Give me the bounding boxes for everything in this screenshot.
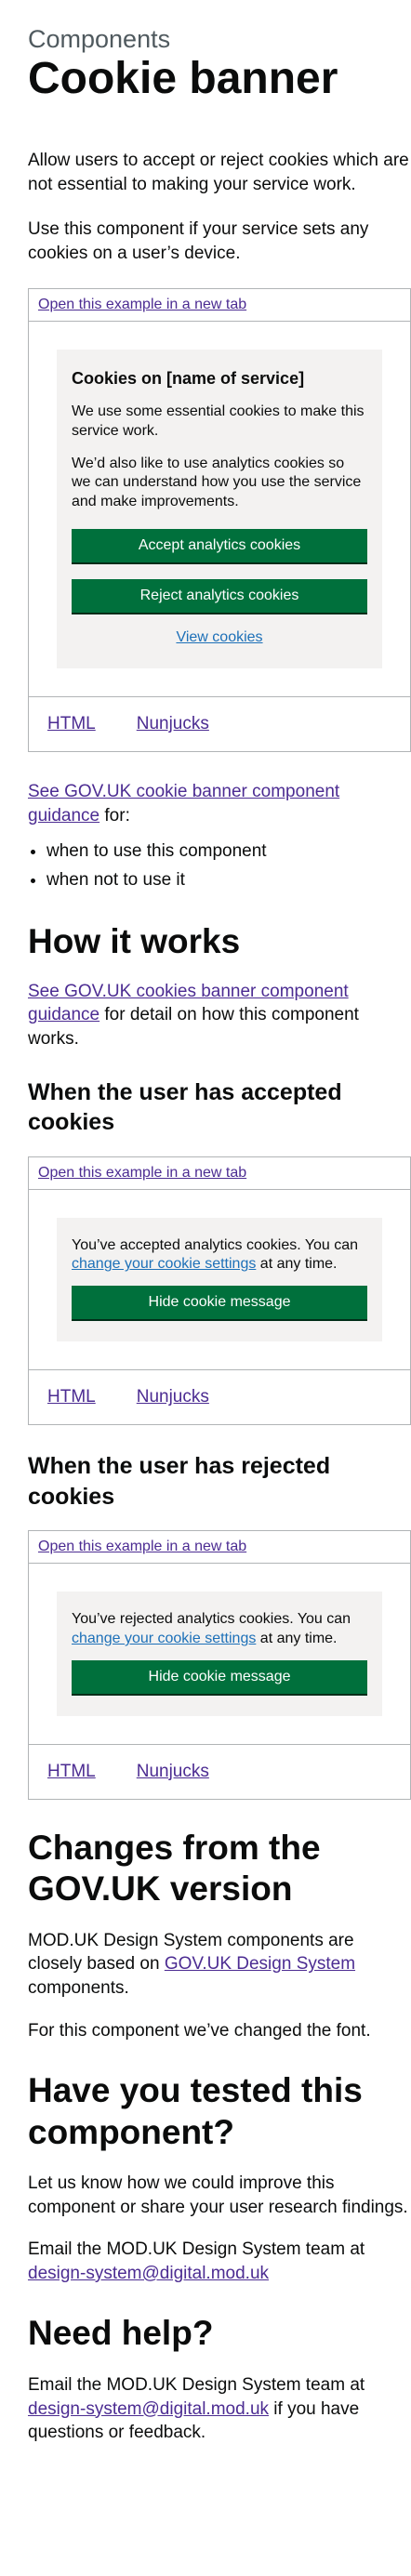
tested-paragraph-1: Let us know how we could improve this co… (28, 2173, 408, 2217)
open-example-link[interactable]: Open this example in a new tab (38, 1539, 246, 1554)
cookie-confirmation-banner: You’ve rejected analytics cookies. You c… (57, 1592, 382, 1716)
example-rejected: Open this example in a new tab You’ve re… (28, 1530, 411, 1800)
accept-analytics-button[interactable]: Accept analytics cookies (72, 529, 367, 563)
tab-nunjucks[interactable]: Nunjucks (137, 714, 209, 734)
govuk-design-system-link[interactable]: GOV.UK Design System (165, 1954, 355, 1974)
view-cookies-link[interactable]: View cookies (72, 629, 367, 646)
tested-paragraph-2: Email the MOD.UK Design System team at d… (28, 2239, 365, 2283)
intro-paragraph-2: Use this component if your service sets … (28, 219, 369, 263)
example-frame: You’ve accepted analytics cookies. You c… (29, 1190, 410, 1371)
tab-html[interactable]: HTML (47, 1762, 96, 1782)
confirmation-text: You’ve rejected analytics cookies. You c… (72, 1611, 351, 1646)
changes-paragraph-1: MOD.UK Design System components are clos… (28, 1930, 356, 1998)
cookie-banner-title: Cookies on [name of service] (72, 368, 305, 388)
section-heading-tested: Have you tested this component? (28, 2071, 363, 2151)
reject-analytics-button[interactable]: Reject analytics cookies (72, 579, 367, 614)
intro: Allow users to accept or reject cookies … (28, 149, 411, 266)
tab-nunjucks[interactable]: Nunjucks (137, 1387, 209, 1407)
tab-html[interactable]: HTML (47, 1387, 96, 1407)
open-example-link[interactable]: Open this example in a new tab (38, 1165, 246, 1181)
guidance-suffix: for: (99, 805, 130, 826)
guidance-list: when to use this component when not to u… (46, 839, 411, 893)
tab-nunjucks[interactable]: Nunjucks (137, 1762, 209, 1782)
tab-html[interactable]: HTML (47, 714, 96, 734)
example-frame: Cookies on [name of service] We use some… (29, 322, 410, 698)
cookie-banner-text-1: We use some essential cookies to make th… (72, 403, 365, 439)
change-cookie-settings-link[interactable]: change your cookie settings (72, 1631, 256, 1646)
confirmation-text: You’ve accepted analytics cookies. You c… (72, 1236, 359, 1273)
list-item: when to use this component (46, 839, 411, 865)
page-title: Cookie banner (28, 53, 338, 103)
open-example-link[interactable]: Open this example in a new tab (38, 297, 246, 312)
section-heading-changes: Changes from the GOV.UK version (28, 1828, 321, 1909)
example-cookie-banner: Open this example in a new tab Cookies o… (28, 287, 411, 753)
email-link[interactable]: design-system@digital.mod.uk (28, 2264, 269, 2283)
example-frame: You’ve rejected analytics cookies. You c… (29, 1564, 410, 1745)
section-heading-help: Need help? (28, 2314, 214, 2353)
code-tabs: HTML Nunjucks (29, 1370, 410, 1424)
cookie-banner: Cookies on [name of service] We use some… (57, 349, 382, 669)
section-heading-how-it-works: How it works (28, 922, 241, 961)
email-link[interactable]: design-system@digital.mod.uk (28, 2399, 269, 2419)
section-heading-accepted: When the user has accepted cookies (28, 1078, 342, 1136)
hide-cookie-message-button[interactable]: Hide cookie message (72, 1286, 367, 1320)
guidance-link[interactable]: See GOV.UK cookie banner component guida… (28, 782, 339, 826)
code-tabs: HTML Nunjucks (29, 697, 410, 751)
change-cookie-settings-link[interactable]: change your cookie settings (72, 1256, 256, 1272)
how-it-works-paragraph: See GOV.UK cookies banner component guid… (28, 981, 359, 1049)
code-tabs: HTML Nunjucks (29, 1745, 410, 1799)
cookie-confirmation-banner: You’ve accepted analytics cookies. You c… (57, 1217, 382, 1342)
changes-paragraph-2: For this component we’ve changed the fon… (28, 2020, 371, 2041)
guidance-paragraph: See GOV.UK cookie banner component guida… (28, 780, 411, 827)
section-heading-rejected: When the user has rejected cookies (28, 1453, 331, 1510)
page-caption: Components (28, 25, 171, 53)
help-paragraph: Email the MOD.UK Design System team at d… (28, 2374, 365, 2443)
intro-paragraph-1: Allow users to accept or reject cookies … (28, 151, 409, 194)
cookie-banner-text-2: We’d also like to use analytics cookies … (72, 455, 362, 510)
hide-cookie-message-button[interactable]: Hide cookie message (72, 1659, 367, 1694)
page-content: Components Cookie banner Allow users to … (28, 25, 411, 2445)
example-accepted: Open this example in a new tab You’ve ac… (28, 1156, 411, 1426)
list-item: when not to use it (46, 867, 411, 894)
